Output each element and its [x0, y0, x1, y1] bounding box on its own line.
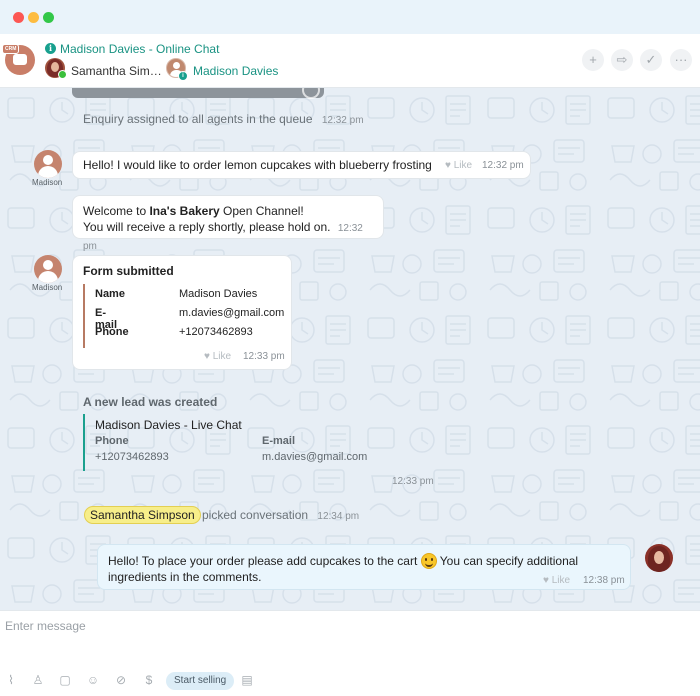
like-button[interactable]: ♥ Like [543, 573, 570, 589]
chat-title[interactable]: Madison Davies - Online Chat [60, 42, 219, 56]
company-name: Ina's Bakery [149, 204, 220, 218]
participant-madison[interactable]: Madison Davies [193, 64, 278, 78]
lead-created-title: A new lead was created [83, 395, 218, 409]
smiley-emoji-icon [420, 553, 437, 569]
message-input[interactable] [5, 617, 685, 635]
system-message-picked: picked conversation 12:34 pm [202, 508, 360, 522]
add-participant-button[interactable]: + [582, 49, 604, 71]
user-icon[interactable]: ♙ [31, 673, 45, 687]
lead-email: E-mail m.davies@gmail.com [262, 435, 368, 463]
chat-window: CRM i Madison Davies - Online Chat Saman… [0, 0, 700, 696]
close-window-button[interactable] [13, 12, 24, 23]
like-button[interactable]: ♥ Like [204, 351, 231, 362]
message-time: 12:33 pm [392, 476, 434, 487]
emoji-icon[interactable]: ☺ [86, 673, 100, 687]
start-selling-button[interactable]: Start selling [166, 672, 235, 690]
customer-avatar[interactable] [34, 150, 62, 178]
chat-history[interactable]: Enquiry assigned to all agents in the qu… [0, 88, 700, 610]
document-icon[interactable]: ▤ [240, 673, 254, 687]
customer-avatar[interactable] [34, 255, 62, 283]
message-time: 12:33 pm [243, 351, 285, 362]
lead-card[interactable]: Madison Davies - Live Chat Phone +120734… [83, 414, 373, 471]
more-options-button[interactable]: ··· [670, 49, 692, 71]
info-badge-icon: i [178, 71, 188, 81]
previous-message-bubble [72, 88, 324, 99]
crm-tag: CRM [2, 44, 20, 54]
attach-file-icon[interactable]: ⌇ [4, 673, 18, 687]
chat-header: CRM i Madison Davies - Online Chat Saman… [0, 34, 700, 88]
minimize-window-button[interactable] [28, 12, 39, 23]
agent-message-bubble: Hello! To place your order please add cu… [97, 544, 631, 590]
message-time: 12:34 pm [317, 511, 360, 522]
online-status-icon [58, 70, 67, 79]
form-submitted-bubble: Form submitted Name Madison Davies E-mai… [72, 255, 292, 370]
lead-phone: Phone +12073462893 [95, 435, 169, 463]
hidden-message-icon[interactable]: ⊘ [114, 673, 128, 687]
complete-chat-button[interactable]: ✓ [640, 49, 662, 71]
form-title: Form submitted [83, 264, 174, 278]
like-button[interactable]: ♥ Like [445, 160, 472, 171]
system-message-assigned: Enquiry assigned to all agents in the qu… [83, 112, 364, 126]
maximize-window-button[interactable] [43, 12, 54, 23]
agent-avatar[interactable] [645, 544, 673, 572]
customer-name-label: Madison [32, 283, 63, 292]
welcome-message-bubble: Welcome to Ina's Bakery Open Channel! Yo… [72, 195, 384, 252]
payment-icon[interactable]: $ [142, 673, 156, 687]
message-composer: ⌇ ♙ ▢ ☺ ⊘ $ Start selling ▤ [0, 610, 700, 696]
chat-bubble-icon [13, 54, 27, 65]
agent-name-highlight[interactable]: Samantha Simpson [84, 506, 201, 524]
message-time: 12:38 pm [583, 575, 625, 586]
customer-name-label: Madison [32, 178, 63, 187]
participant-samantha[interactable]: Samantha Sim… [71, 64, 162, 78]
crm-chat-icon[interactable]: CRM [2, 44, 35, 75]
message-time: 12:32 pm [321, 115, 364, 126]
window-titlebar [0, 0, 700, 34]
form-fields: Name Madison Davies E-mail m.davies@gmai… [83, 284, 288, 348]
info-icon[interactable]: i [45, 43, 56, 54]
forward-chat-button[interactable]: ⇨ [611, 49, 633, 71]
message-time: 12:32 pm [482, 160, 524, 171]
template-icon[interactable]: ▢ [58, 673, 72, 687]
customer-message-bubble: Hello! I would like to order lemon cupca… [72, 151, 531, 179]
lead-name[interactable]: Madison Davies - Live Chat [95, 418, 242, 432]
message-text: Hello! I would like to order lemon cupca… [83, 158, 432, 172]
